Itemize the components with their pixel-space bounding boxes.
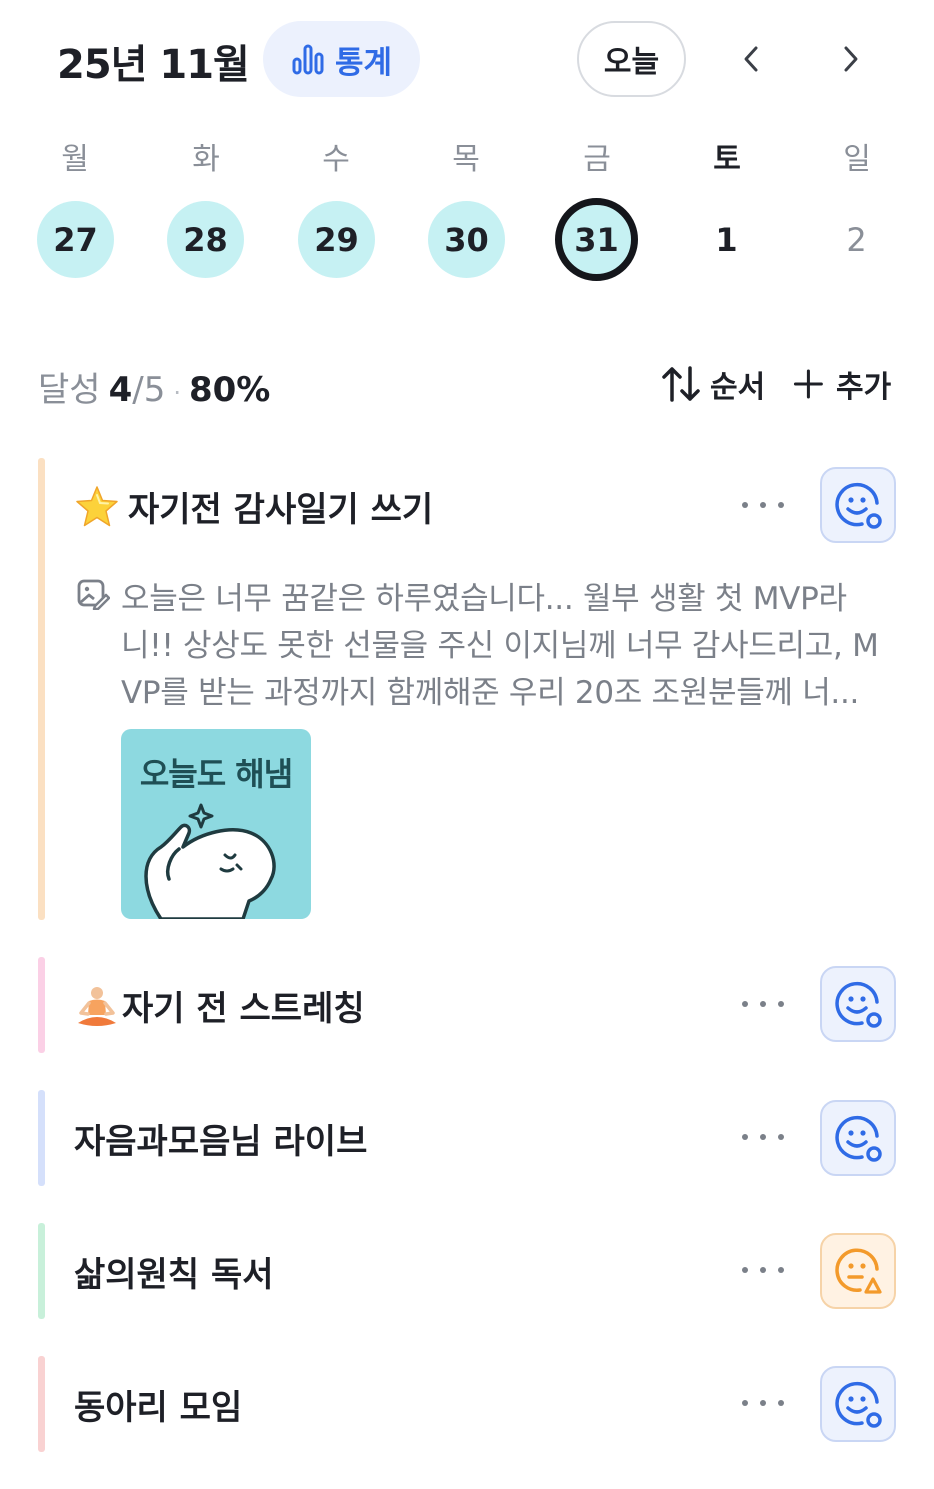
more-dot-icon bbox=[760, 1400, 766, 1406]
habit-color-bar bbox=[38, 957, 45, 1053]
weekday-thu: 목 bbox=[452, 142, 480, 177]
more-dot-icon bbox=[760, 502, 766, 508]
memo-line: 니!! 상상도 못한 선물을 주신 이지님께 너무 감사드리고, M bbox=[121, 628, 879, 664]
prev-week-button[interactable] bbox=[731, 38, 773, 80]
mood-button[interactable] bbox=[820, 467, 896, 543]
weekday-tue: 화 bbox=[192, 142, 220, 177]
more-dot-icon bbox=[760, 1001, 766, 1007]
more-dot-icon bbox=[742, 1001, 748, 1007]
stats-label: 통계 bbox=[334, 44, 393, 81]
day-1[interactable]: 1 bbox=[688, 201, 765, 278]
sort-arrows-icon bbox=[662, 366, 700, 402]
day-2[interactable]: 2 bbox=[818, 201, 895, 278]
day-28[interactable]: 28 bbox=[167, 201, 244, 278]
mood-button[interactable] bbox=[820, 1233, 896, 1309]
weekday-wed: 수 bbox=[322, 142, 350, 177]
day-29[interactable]: 29 bbox=[298, 201, 375, 278]
habit-color-bar bbox=[38, 1356, 45, 1452]
more-dot-icon bbox=[760, 1134, 766, 1140]
add-label: 추가 bbox=[836, 370, 892, 405]
chevron-right-icon bbox=[844, 46, 858, 72]
today-button[interactable]: 오늘 bbox=[577, 21, 686, 97]
bar-chart-icon bbox=[292, 44, 324, 75]
day-30[interactable]: 30 bbox=[428, 201, 505, 278]
more-dot-icon bbox=[742, 1267, 748, 1273]
smile-mood-icon bbox=[835, 482, 882, 529]
weekday-mon: 월 bbox=[61, 142, 89, 177]
more-dot-icon bbox=[742, 502, 748, 508]
plus-icon bbox=[793, 369, 823, 399]
more-dot-icon bbox=[778, 502, 784, 508]
more-dot-icon bbox=[778, 1001, 784, 1007]
weekday-sun: 일 bbox=[843, 142, 871, 177]
day-27[interactable]: 27 bbox=[37, 201, 114, 278]
more-dot-icon bbox=[742, 1134, 748, 1140]
more-dot-icon bbox=[778, 1267, 784, 1273]
month-title: 25년 11월 bbox=[57, 42, 250, 88]
habit-color-bar bbox=[38, 458, 45, 920]
sort-label: 순서 bbox=[710, 370, 766, 405]
habit-title-text: 자기 전 스트레칭 bbox=[122, 989, 365, 1029]
habit-title[interactable]: 삶의원칙 독서 bbox=[74, 1247, 274, 1296]
chevron-left-icon bbox=[744, 46, 758, 72]
more-dot-icon bbox=[760, 1267, 766, 1273]
habit-color-bar bbox=[38, 1223, 45, 1319]
more-menu-button[interactable] bbox=[742, 495, 784, 515]
thumbs-up-character-icon bbox=[144, 803, 276, 919]
mood-button[interactable] bbox=[820, 966, 896, 1042]
star-emoji-icon bbox=[76, 485, 118, 526]
achievement-summary: 달성 4/5 · 80% bbox=[38, 362, 270, 411]
smile-mood-icon bbox=[835, 981, 882, 1028]
more-menu-button[interactable] bbox=[742, 1260, 784, 1280]
weekday-sat: 토 bbox=[713, 142, 741, 177]
more-dot-icon bbox=[742, 1400, 748, 1406]
habit-title[interactable]: 자음과모음님 라이브 bbox=[74, 1114, 367, 1163]
mood-button[interactable] bbox=[820, 1100, 896, 1176]
habit-title[interactable]: 자기전 감사일기 쓰기 bbox=[74, 482, 433, 531]
stats-button[interactable]: 통계 bbox=[263, 21, 420, 97]
memo-line: 오늘은 너무 꿈같은 하루였습니다... 월부 생활 첫 MVP라 bbox=[121, 581, 847, 617]
achievement-done: 4 bbox=[108, 370, 133, 410]
memo-image-icon bbox=[77, 579, 110, 610]
add-button[interactable]: 추가 bbox=[792, 362, 891, 406]
habit-color-bar bbox=[38, 1090, 45, 1186]
habit-title[interactable]: 자기 전 스트레칭 bbox=[74, 981, 365, 1030]
smile-mood-icon bbox=[835, 1115, 882, 1162]
memo-sticker-image[interactable]: 오늘도 해냄 bbox=[121, 729, 311, 919]
weekday-fri: 금 bbox=[583, 142, 611, 177]
more-menu-button[interactable] bbox=[742, 1393, 784, 1413]
more-dot-icon bbox=[778, 1134, 784, 1140]
mood-button[interactable] bbox=[820, 1366, 896, 1442]
memo-line: VP를 받는 과정까지 함께해준 우리 20조 조원분들께 너... bbox=[121, 675, 860, 711]
day-31-selected[interactable]: 31 bbox=[555, 198, 638, 281]
sort-button[interactable]: 순서 bbox=[660, 362, 765, 406]
smile-mood-icon bbox=[835, 1381, 882, 1428]
more-dot-icon bbox=[778, 1400, 784, 1406]
achievement-total: /5 bbox=[132, 370, 166, 410]
summary-separator: · bbox=[173, 379, 181, 407]
meditation-emoji-icon bbox=[78, 986, 116, 1026]
achievement-percent: 80% bbox=[188, 370, 271, 410]
achievement-label: 달성 bbox=[38, 370, 101, 410]
more-menu-button[interactable] bbox=[742, 994, 784, 1014]
neutral-mood-warning-icon bbox=[835, 1248, 882, 1294]
more-menu-button[interactable] bbox=[742, 1127, 784, 1147]
next-week-button[interactable] bbox=[829, 38, 871, 80]
habit-title[interactable]: 동아리 모임 bbox=[74, 1380, 242, 1429]
habit-title-text: 자기전 감사일기 쓰기 bbox=[128, 490, 434, 530]
